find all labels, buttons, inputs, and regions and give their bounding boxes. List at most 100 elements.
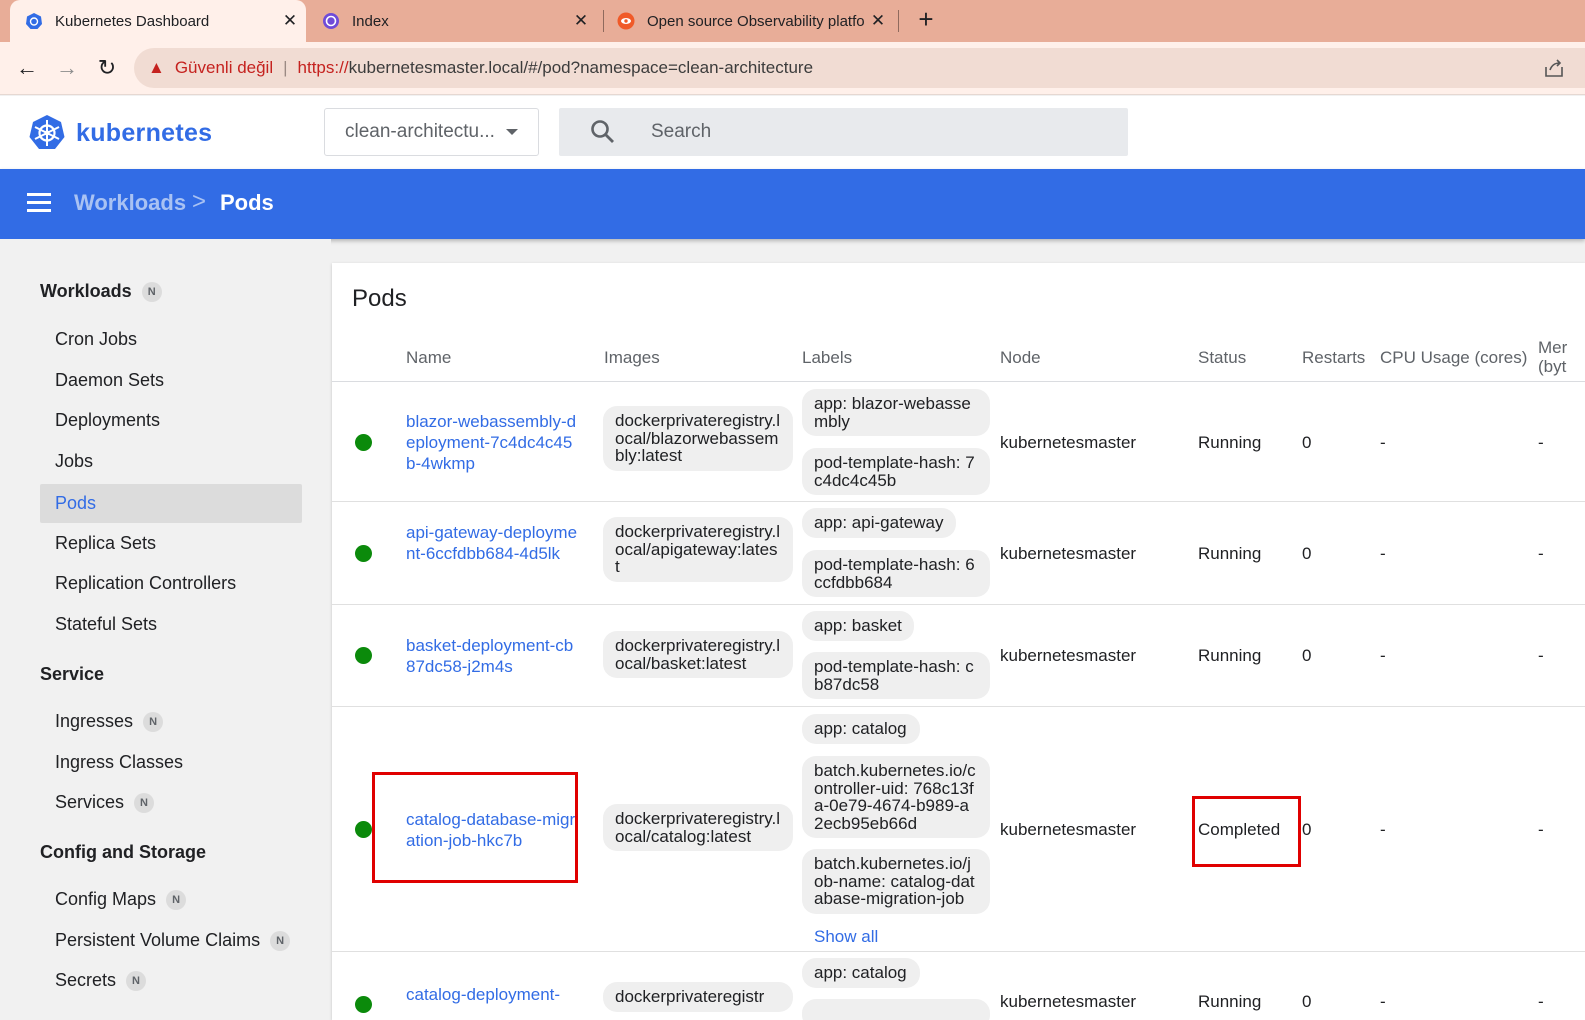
logo-text: kubernetes [76, 118, 213, 147]
namespaced-badge: N [134, 792, 155, 813]
close-icon[interactable]: ✕ [571, 11, 591, 31]
label-chip: app: blazor-webassembly [802, 389, 990, 436]
row-divider [332, 501, 1585, 502]
pods-card: Pods Name Images Labels Node Status Rest… [332, 263, 1585, 1020]
sidebar-item-label: Secrets [55, 970, 117, 990]
browser-tab-strip: Kubernetes Dashboard ✕ Index ✕ Open sour… [0, 0, 1585, 42]
search-box[interactable] [559, 108, 1128, 156]
tab-title: Kubernetes Dashboard [55, 12, 210, 30]
sidebar-item-label: Services [55, 792, 125, 812]
status-cell: Running [1198, 646, 1262, 665]
label-chip: app: catalog [802, 714, 920, 744]
sidebar-section-workloads[interactable]: Workloads N [40, 281, 162, 302]
status-cell: Running [1198, 992, 1262, 1011]
tab-title: Index [352, 12, 389, 30]
sidebar-item-pods[interactable]: Pods [40, 484, 302, 523]
namespace-select[interactable]: clean-architectu... [324, 108, 539, 156]
sidebar-item-ingresses[interactable]: Ingresses N [55, 711, 164, 732]
pod-name-link[interactable]: basket-deployment-cb87dc58-j2m4s [406, 635, 578, 677]
column-header-cpu: CPU Usage (cores) [1380, 348, 1528, 367]
breadcrumb-bar: Workloads > Pods [0, 169, 1585, 239]
cpu-cell: - [1380, 820, 1386, 839]
security-status[interactable]: Güvenli değil [175, 58, 273, 78]
sidebar-item-replication-controllers[interactable]: Replication Controllers [55, 573, 236, 594]
label-chip: app: basket [802, 611, 914, 641]
label-chip: app: api-gateway [802, 508, 956, 538]
search-icon[interactable] [589, 118, 617, 146]
sidebar-section-service[interactable]: Service [40, 664, 104, 685]
share-icon[interactable] [1543, 58, 1565, 78]
image-chip: dockerprivateregistry.local/catalog:late… [603, 804, 793, 851]
namespaced-badge: N [143, 711, 164, 732]
image-chip: dockerprivateregistry.local/basket:lates… [603, 631, 793, 678]
status-running-icon [355, 647, 372, 664]
close-icon[interactable]: ✕ [868, 11, 888, 31]
column-header-status[interactable]: Status [1198, 348, 1246, 367]
pod-name-link[interactable]: blazor-webassembly-deployment-7c4dc4c45b… [406, 411, 578, 474]
back-arrow-icon[interactable]: ← [13, 54, 41, 82]
status-running-icon [355, 996, 372, 1013]
sidebar-item-deployments[interactable]: Deployments [55, 410, 160, 431]
sidebar-item-replica-sets[interactable]: Replica Sets [55, 533, 156, 554]
node-cell[interactable]: kubernetesmaster [1000, 544, 1136, 564]
image-chip: dockerprivateregistry.local/apigateway:l… [603, 517, 793, 582]
tab-index[interactable]: Index ✕ [320, 0, 595, 42]
sidebar-item-jobs[interactable]: Jobs [55, 451, 93, 472]
restarts-cell: 0 [1302, 646, 1312, 665]
node-cell[interactable]: kubernetesmaster [1000, 820, 1136, 840]
forward-arrow-icon[interactable]: → [53, 54, 81, 82]
column-header-name[interactable]: Name [406, 348, 451, 367]
hamburger-menu-icon[interactable] [27, 193, 51, 213]
restarts-cell: 0 [1302, 992, 1312, 1011]
namespaced-badge: N [126, 970, 147, 991]
sidebar-item-cron-jobs[interactable]: Cron Jobs [55, 329, 137, 350]
restarts-cell: 0 [1302, 544, 1312, 563]
cpu-cell: - [1380, 433, 1386, 452]
close-icon[interactable]: ✕ [280, 11, 300, 31]
breadcrumb-workloads[interactable]: Workloads [74, 190, 186, 216]
column-header-node[interactable]: Node [1000, 348, 1041, 367]
breadcrumb-pods: Pods [220, 190, 274, 215]
memory-cell: - [1538, 646, 1544, 665]
pod-name-link[interactable]: catalog-deployment- [406, 984, 578, 1005]
column-header-memory: Mer (byt [1538, 338, 1567, 376]
pod-name-link[interactable]: api-gateway-deployment-6ccfdbb684-4d5lk [406, 522, 578, 564]
sidebar-item-label: Ingress Classes [55, 752, 184, 772]
section-title: Service [40, 664, 105, 684]
status-cell: Running [1198, 433, 1262, 452]
sidebar-item-daemon-sets[interactable]: Daemon Sets [55, 370, 164, 391]
address-bar[interactable]: ▲ Güvenli değil | https:// kubernetesmas… [134, 48, 1585, 88]
tab-observability[interactable]: Open source Observability platfo ✕ [615, 0, 890, 42]
sidebar-item-label: Ingresses [55, 711, 134, 731]
node-cell[interactable]: kubernetesmaster [1000, 992, 1136, 1012]
kubernetes-logo[interactable]: kubernetes [28, 114, 212, 152]
new-tab-plus-icon[interactable]: + [912, 6, 940, 34]
node-cell[interactable]: kubernetesmaster [1000, 646, 1136, 666]
cpu-cell: - [1380, 646, 1386, 665]
sidebar-section-config-and-storage[interactable]: Config and Storage [40, 842, 206, 863]
column-header-restarts[interactable]: Restarts [1302, 348, 1365, 367]
cpu-cell: - [1380, 544, 1386, 563]
sidebar-item-persistent-volume-claims[interactable]: Persistent Volume Claims N [55, 930, 291, 951]
label-chip: pod-template-hash: 6ccfdbb684 [802, 550, 990, 597]
browser-toolbar: ← → ↻ ▲ Güvenli değil | https:// kuberne… [0, 42, 1585, 95]
tab-kubernetes-dashboard[interactable]: Kubernetes Dashboard ✕ [10, 0, 306, 42]
search-input[interactable] [651, 121, 1051, 143]
warning-icon[interactable]: ▲ [148, 58, 165, 78]
header-divider [332, 381, 1585, 382]
namespaced-badge: N [166, 889, 187, 910]
kubernetes-icon [25, 12, 43, 30]
sidebar-item-secrets[interactable]: Secrets N [55, 970, 147, 991]
show-all-labels-link[interactable]: Show all [814, 927, 878, 947]
sidebar-item-services[interactable]: Services N [55, 792, 155, 813]
sidebar-item-ingress-classes[interactable]: Ingress Classes [55, 752, 183, 773]
node-cell[interactable]: kubernetesmaster [1000, 433, 1136, 453]
status-running-icon [355, 545, 372, 562]
sidebar-item-stateful-sets[interactable]: Stateful Sets [55, 614, 157, 635]
reload-icon[interactable]: ↻ [93, 54, 121, 82]
kubernetes-wheel-icon [29, 115, 65, 149]
restarts-cell: 0 [1302, 820, 1312, 839]
sidebar-item-config-maps[interactable]: Config Maps N [55, 889, 187, 910]
label-chip: pod-template-hash: cb87dc58 [802, 652, 990, 699]
url-text: kubernetesmaster.local/#/pod?namespace=c… [348, 58, 814, 77]
